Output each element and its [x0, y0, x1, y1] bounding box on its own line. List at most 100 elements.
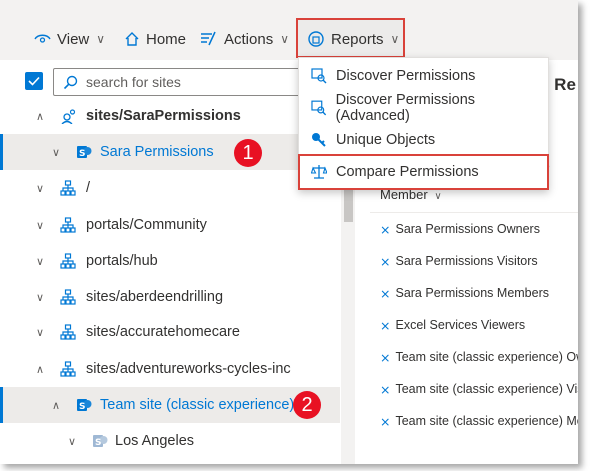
- sharepoint-icon: S: [77, 399, 92, 412]
- home-button[interactable]: Home: [124, 22, 186, 56]
- member-name: Excel Services Viewers: [395, 318, 526, 332]
- member-row[interactable]: ⨯ Sara Permissions Members: [380, 277, 578, 309]
- tree-item[interactable]: ∨ sites/aberdeendrilling: [0, 279, 340, 315]
- step-badge: 1: [234, 139, 262, 167]
- tree-item[interactable]: ∨ S Los Angeles: [0, 423, 340, 459]
- tree-item[interactable]: ∨ sites/accuratehomecare: [0, 314, 340, 350]
- search-placeholder: search for sites: [86, 74, 181, 90]
- menu-item-discover-permissions-advanced[interactable]: Discover Permissions (Advanced): [299, 92, 548, 124]
- member-row[interactable]: ⨯ Excel Services Viewers: [380, 309, 578, 341]
- tree-item[interactable]: ∨ portals/Community: [0, 207, 340, 243]
- actions-label: Actions: [224, 30, 274, 48]
- tree-item-label: Los Angeles: [115, 433, 195, 449]
- group-icon: ⨯: [380, 286, 391, 301]
- svg-text:S: S: [79, 149, 85, 159]
- search-icon: [63, 75, 78, 89]
- tree-item-label: portals/Community: [86, 217, 207, 233]
- menu-item-discover-permissions[interactable]: Discover Permissions: [299, 60, 548, 92]
- menu-item-unique-objects[interactable]: Unique Objects: [299, 124, 548, 156]
- chevron-down-icon[interactable]: ∨: [50, 146, 62, 159]
- sitemap-icon: [60, 217, 76, 233]
- tree-item-selected[interactable]: ∨ S Sara Permissions: [0, 134, 340, 170]
- tree-item-label: sites/SaraPermissions: [86, 108, 241, 124]
- sitemap-icon: [60, 180, 76, 196]
- reports-label: Reports: [331, 30, 384, 48]
- chevron-down-icon[interactable]: ∨: [34, 326, 46, 339]
- compare-permissions-highlight: [298, 154, 549, 190]
- tree-item-label: Team site (classic experience): [100, 397, 295, 413]
- view-label: View: [57, 30, 90, 48]
- group-icon: ⨯: [380, 414, 391, 429]
- chevron-down-icon[interactable]: ∨: [34, 219, 46, 232]
- select-all-checkbox[interactable]: [25, 72, 43, 90]
- tree-item[interactable]: ∨ portals/hub: [0, 243, 340, 279]
- view-button[interactable]: View ∨: [34, 22, 105, 56]
- sharepoint-icon: S: [77, 146, 92, 159]
- chevron-up-icon[interactable]: ∧: [34, 110, 46, 123]
- chevron-up-icon[interactable]: ∧: [50, 399, 62, 412]
- tree-item[interactable]: ∨ /: [0, 170, 340, 206]
- eye-icon: [34, 34, 51, 43]
- group-icon: ⨯: [380, 254, 391, 269]
- home-label: Home: [146, 30, 187, 48]
- member-name: Team site (classic experience) Own: [395, 350, 578, 364]
- reports-icon: [308, 31, 324, 47]
- step-badge: 2: [293, 391, 321, 419]
- tree-item-selected[interactable]: ∧ S Team site (classic experience): [0, 387, 340, 423]
- member-row[interactable]: ⨯ Sara Permissions Owners: [380, 213, 578, 245]
- member-name: Team site (classic experience) Mem: [395, 414, 578, 428]
- member-row[interactable]: ⨯ Team site (classic experience) Mem: [380, 405, 578, 437]
- sharepoint-icon: S: [93, 435, 108, 448]
- chevron-down-icon[interactable]: ∨: [34, 255, 46, 268]
- sitemap-icon: [60, 324, 76, 340]
- svg-text:S: S: [79, 402, 85, 412]
- discover-advanced-icon: [311, 100, 327, 116]
- tree-item-label: Sara Permissions: [100, 144, 214, 160]
- group-icon: ⨯: [380, 222, 391, 237]
- member-row[interactable]: ⨯ Team site (classic experience) Own: [380, 341, 578, 373]
- tree-item[interactable]: ∧ sites/SaraPermissions: [0, 98, 340, 134]
- tree-scrollbar[interactable]: [341, 180, 355, 464]
- tree-item-label: sites/aberdeendrilling: [86, 289, 224, 305]
- member-name: Sara Permissions Visitors: [395, 254, 538, 268]
- member-row[interactable]: ⨯ Team site (classic experience) Visito: [380, 373, 578, 405]
- tree-item[interactable]: ∧ sites/adventureworks-cycles-inc: [0, 351, 340, 387]
- actions-icon: [201, 31, 216, 46]
- tree-scrollbar-thumb[interactable]: [344, 190, 353, 222]
- home-icon: [125, 32, 139, 46]
- tree-item-label: portals/hub: [86, 253, 158, 269]
- tree-item-label: sites/accuratehomecare: [86, 324, 240, 340]
- chevron-down-icon[interactable]: ∨: [66, 435, 78, 448]
- chevron-down-icon[interactable]: ∨: [34, 291, 46, 304]
- sitemap-icon: [60, 361, 76, 377]
- sitemap-icon: [60, 253, 76, 269]
- group-icon: ⨯: [380, 382, 391, 397]
- chevron-up-icon[interactable]: ∧: [34, 363, 46, 376]
- menu-item-label: Discover Permissions: [336, 68, 476, 84]
- tree-item-label: sites/adventureworks-cycles-inc: [86, 361, 291, 377]
- group-icon: ⨯: [380, 350, 391, 365]
- tree-item-label: /: [86, 180, 91, 196]
- member-name: Sara Permissions Owners: [395, 222, 540, 236]
- member-row[interactable]: ⨯ Sara Permissions Visitors: [380, 245, 578, 277]
- command-bar: View ∨ Home Actions ∨ Reports ∨: [0, 0, 578, 60]
- member-name: Team site (classic experience) Visito: [395, 382, 578, 396]
- member-name: Sara Permissions Members: [395, 286, 549, 300]
- app-window: View ∨ Home Actions ∨ Reports ∨ search f…: [0, 0, 578, 464]
- sitemap-icon: [60, 289, 76, 305]
- checkmark-icon: [28, 76, 40, 86]
- chevron-down-icon: ∨: [280, 32, 289, 46]
- group-icon: ⨯: [380, 318, 391, 333]
- svg-text:S: S: [95, 438, 101, 448]
- chevron-down-icon[interactable]: ∨: [34, 182, 46, 195]
- menu-item-label: Unique Objects: [336, 132, 436, 148]
- user-people-icon: [61, 109, 76, 124]
- chevron-down-icon: ∨: [96, 32, 106, 46]
- chevron-down-icon: ∨: [390, 32, 400, 46]
- key-icon: [312, 133, 326, 147]
- menu-item-label: Discover Permissions (Advanced): [335, 92, 476, 124]
- chevron-down-icon: ∨: [434, 191, 442, 202]
- reports-button[interactable]: Reports ∨: [307, 22, 399, 56]
- discover-icon: [311, 68, 327, 84]
- actions-button[interactable]: Actions ∨: [200, 22, 289, 56]
